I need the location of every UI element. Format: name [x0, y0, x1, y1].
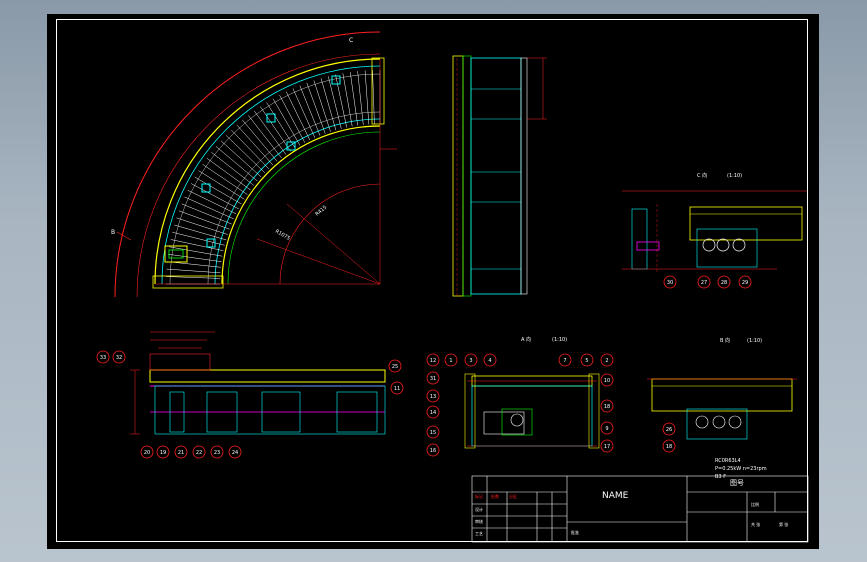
view-c-scale: (1:10)	[727, 173, 742, 179]
roller-line	[349, 72, 358, 126]
roller-line	[320, 78, 337, 131]
title-block	[471, 475, 809, 543]
tb-label-zone: 分区	[509, 493, 517, 499]
front-elevation	[130, 331, 386, 435]
view-c-label: C 向	[697, 172, 707, 179]
callout-number: 1	[449, 358, 452, 364]
roller-line	[190, 183, 239, 210]
motor-note-line-1: RC0R63L4	[715, 458, 741, 464]
roller-line	[231, 129, 270, 170]
roller-line	[174, 224, 227, 241]
callout-number: 4	[488, 358, 491, 364]
view-b: B 向 (1:10) RC0R63L4 P=0.25kW n=23rpm B3 …	[647, 337, 797, 480]
roller-line	[254, 110, 287, 155]
tb-row-design: 设计	[475, 506, 483, 512]
roller-line	[166, 276, 221, 279]
tb-label-mark: 标记	[475, 493, 483, 499]
callout-number: 21	[178, 450, 184, 456]
view-a-label: A 向	[521, 336, 531, 343]
callout-number: 32	[116, 355, 122, 361]
tb-row-approve: 批准	[571, 529, 579, 535]
callout-number: 3	[469, 358, 472, 364]
callout-number: 17	[604, 444, 610, 450]
roller-line	[215, 146, 258, 182]
callout-number: 23	[214, 450, 220, 456]
callout-number: 31	[430, 376, 436, 382]
cad-drawing: B C R1075 R415 C 向 (1:10) A 向 (1:10) B 向…	[96, 31, 809, 543]
callout-number: 14	[430, 410, 436, 416]
roller-line	[266, 102, 296, 149]
roller-line	[260, 106, 291, 152]
c-arrow-label: C	[349, 37, 353, 44]
callout-number: 19	[160, 450, 166, 456]
roller-line	[169, 246, 223, 257]
roller-line	[357, 71, 364, 125]
section-view-a: A 向 (1:10)	[464, 336, 600, 449]
roller-line	[272, 98, 301, 146]
tb-row-process: 工艺	[475, 531, 483, 536]
callout-number: 33	[100, 355, 106, 361]
drawing-number-label: 图号	[730, 479, 744, 487]
roller-line	[242, 119, 278, 162]
tb-label-count: 处数	[491, 493, 499, 499]
roller-line	[206, 158, 251, 191]
roller-line	[166, 268, 221, 274]
roller-line	[220, 140, 262, 178]
callout-number: 29	[742, 280, 748, 286]
b-arrow-label: B	[111, 229, 115, 236]
drawing-sheet: B C R1075 R415 C 向 (1:10) A 向 (1:10) B 向…	[47, 14, 819, 549]
tb-row-check: 审核	[475, 518, 483, 524]
curved-conveyor-plan: B C R1075 R415	[111, 31, 397, 298]
callout-number: 27	[701, 280, 707, 286]
roller-line	[364, 70, 370, 125]
callout-number: 30	[667, 280, 673, 286]
callout-number: 2	[605, 358, 608, 364]
tb-sheet-number: 第 张	[779, 521, 788, 527]
radius-outer-label: R1075	[274, 229, 291, 242]
roller-line	[225, 135, 266, 174]
roller-line	[248, 115, 282, 159]
tb-sheet-total: 共 张	[751, 521, 760, 527]
roller-line	[202, 164, 248, 195]
callout-number: 22	[196, 450, 202, 456]
roller-line	[335, 74, 347, 128]
roller-line	[342, 73, 353, 127]
view-c: C 向 (1:10)	[622, 172, 807, 274]
roller-line	[198, 170, 245, 200]
roller-line	[172, 231, 225, 246]
callout-number: 16	[430, 448, 436, 454]
side-elevation	[452, 55, 547, 297]
callout-number: 9	[605, 426, 608, 432]
motor-note-line-3: B3 F	[715, 474, 726, 480]
callout-number: 13	[430, 394, 436, 400]
callout-number: 10	[604, 378, 610, 384]
roller-line	[170, 239, 224, 251]
drawing-name: NAME	[602, 491, 629, 501]
roller-line	[211, 152, 255, 186]
callout-number: 26	[666, 427, 672, 433]
view-a-scale: (1:10)	[552, 337, 567, 343]
view-b-label: B 向	[720, 337, 730, 344]
callout-number: 5	[585, 358, 588, 364]
callout-number: 12	[430, 358, 436, 364]
callout-number: 15	[430, 430, 436, 436]
motor-note-line-2: P=0.25kW n=23rpm	[715, 466, 767, 472]
callout-number: 24	[232, 450, 238, 456]
roller-line	[279, 94, 306, 143]
callout-number: 25	[392, 364, 398, 370]
callout-number: 18	[666, 444, 672, 450]
view-b-scale: (1:10)	[747, 338, 762, 344]
callout-number: 11	[394, 386, 400, 392]
tb-scale-label: 比例	[751, 501, 759, 507]
callout-number: 7	[563, 358, 566, 364]
roller-line	[372, 70, 375, 125]
callout-number: 28	[721, 280, 727, 286]
roller-line	[236, 124, 274, 166]
callout-number: 18	[604, 404, 610, 410]
callout-number: 20	[144, 450, 150, 456]
